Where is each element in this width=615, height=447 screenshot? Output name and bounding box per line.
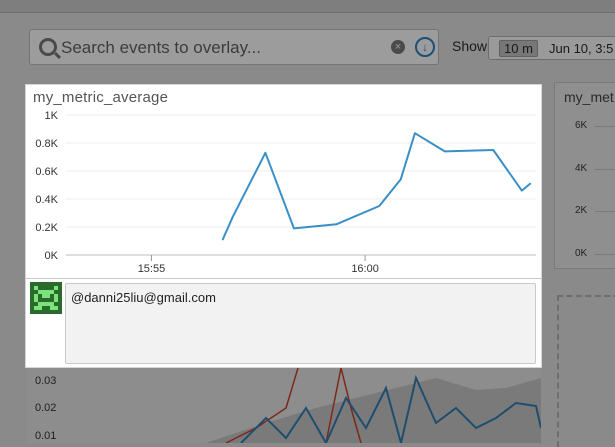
graph-comment-popover: my_metric_average 1K 0.8K 0.6K 0.4K 0.2K 0K 15… bbox=[25, 84, 542, 368]
data-point bbox=[335, 223, 338, 225]
comment-author: @danni25liu@gmail.com bbox=[71, 290, 216, 305]
data-point bbox=[221, 238, 224, 241]
y-tick-label: 0.8K bbox=[35, 138, 58, 150]
gridline bbox=[595, 169, 615, 170]
series-line bbox=[221, 132, 531, 241]
second-graph-title: my_met bbox=[564, 89, 614, 105]
time-range-picker[interactable]: 10 m Jun 10, 3:5 bbox=[488, 36, 615, 60]
date-range-text: Jun 10, 3:5 bbox=[549, 41, 614, 56]
gridline bbox=[595, 254, 615, 255]
clear-icon[interactable]: × bbox=[391, 40, 405, 54]
y-tick-label: 0.6K bbox=[35, 166, 58, 178]
data-point bbox=[399, 178, 402, 181]
y-tick-label: 1K bbox=[45, 110, 59, 122]
download-icon[interactable]: ↓ bbox=[415, 37, 435, 57]
time-window-button[interactable]: 10 m bbox=[499, 40, 538, 57]
y-tick-label: 6K bbox=[575, 120, 588, 131]
search-input[interactable]: Search events to overlay... bbox=[61, 38, 261, 58]
lower-graph-plot bbox=[206, 368, 541, 443]
y-tick-label: 0K bbox=[575, 248, 588, 259]
y-tick-label: 0.4K bbox=[35, 194, 58, 206]
event-search-box[interactable]: Search events to overlay... × ↓ bbox=[29, 29, 439, 65]
data-point bbox=[529, 182, 532, 185]
data-point bbox=[414, 132, 416, 134]
data-point bbox=[444, 150, 446, 153]
pixel-avatar-icon bbox=[30, 282, 62, 314]
y-tick-label: 4K bbox=[575, 163, 588, 174]
y-tick-label: 0.2K bbox=[35, 222, 58, 234]
x-tick-label: 16:00 bbox=[351, 263, 379, 275]
top-bar bbox=[0, 0, 615, 13]
lower-graph: 0.03 0.02 0.01 bbox=[26, 368, 541, 443]
empty-graph-placeholder[interactable] bbox=[557, 295, 615, 447]
second-graph-card[interactable]: my_met 6K 4K 2K 0K bbox=[554, 82, 615, 269]
data-point bbox=[293, 227, 295, 230]
data-point bbox=[520, 189, 523, 192]
data-point bbox=[231, 216, 234, 218]
data-point bbox=[378, 205, 381, 207]
show-label: Show bbox=[452, 38, 488, 54]
divider bbox=[26, 278, 541, 279]
y-tick-label: 2K bbox=[575, 205, 588, 216]
y-tick-label: 0K bbox=[45, 250, 59, 262]
comment-box[interactable]: @danni25liu@gmail.com bbox=[65, 283, 536, 364]
x-tick-label: 15:55 bbox=[138, 263, 166, 275]
search-icon bbox=[39, 38, 57, 56]
data-point bbox=[492, 149, 495, 151]
data-point bbox=[264, 152, 267, 154]
gridline bbox=[595, 126, 615, 127]
metric-line-chart[interactable]: 1K 0.8K 0.6K 0.4K 0.2K 0K 15:55 16:00 bbox=[26, 85, 541, 278]
gridline bbox=[595, 211, 615, 212]
